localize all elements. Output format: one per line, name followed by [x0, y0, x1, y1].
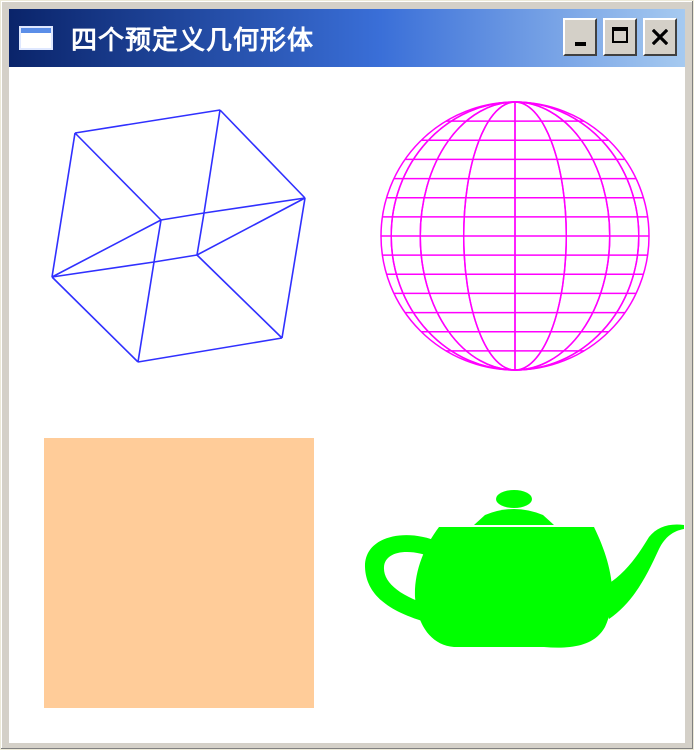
- application-window: 四个预定义几何形体: [0, 0, 694, 750]
- cube-edge: [160, 212, 205, 221]
- window-title: 四个预定义几何形体: [71, 25, 315, 56]
- cube-edge: [203, 109, 221, 214]
- cube-edge: [74, 109, 221, 134]
- title-bar[interactable]: 四个预定义几何形体: [9, 9, 685, 67]
- cube-edge: [153, 254, 198, 263]
- solid-square: [44, 438, 314, 708]
- cube-edge: [219, 109, 306, 199]
- teapot-spout: [603, 524, 684, 619]
- teapot-lid: [474, 509, 554, 525]
- cube-edge: [137, 261, 155, 363]
- window-icon[interactable]: [19, 26, 53, 50]
- minimize-button[interactable]: [563, 18, 597, 56]
- canvas-area: [9, 67, 685, 743]
- solid-teapot: [364, 490, 684, 648]
- cube-edge: [281, 197, 306, 339]
- cube-edge: [196, 254, 283, 339]
- wire-cube: [51, 109, 306, 363]
- geometry-scene: [44, 101, 684, 708]
- maximize-button[interactable]: [603, 18, 637, 56]
- cube-edge: [137, 337, 283, 363]
- cube-edge: [196, 212, 205, 256]
- wire-sphere: [380, 101, 650, 371]
- teapot-body: [414, 527, 613, 648]
- cube-edge: [51, 132, 76, 278]
- close-icon: [652, 29, 668, 45]
- close-button[interactable]: [643, 18, 677, 56]
- teapot-knob: [496, 490, 532, 508]
- cube-edge: [51, 276, 139, 363]
- cube-edge: [153, 219, 162, 263]
- cube-edge: [74, 132, 162, 221]
- window-controls: [563, 18, 677, 56]
